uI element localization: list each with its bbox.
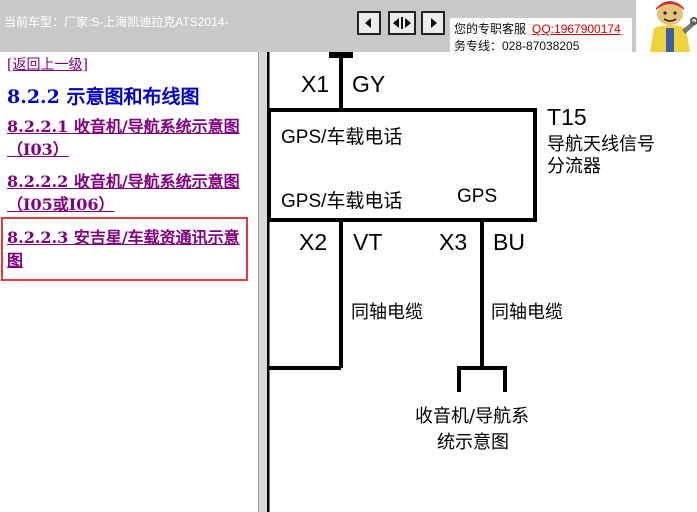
support-label: 您的专职客服 [454,22,527,36]
top-bar: 当前车型：厂家:S-上海凯迪拉克ATS2014- 您的专职客服 QQ:196790… [0,0,697,53]
connector-x2-label: X2 [299,229,328,255]
toc-pane: [返回上一级] 8.2.2 示意图和布线图 8.2.2.1 收音机/导航系统示意… [0,52,258,512]
prev-page-button[interactable] [357,11,381,35]
arrow-right-icon [431,18,437,28]
pane-splitter[interactable] [258,52,267,512]
box-label-gps: GPS [457,186,498,207]
connector-x3-label: X3 [439,229,468,255]
toc-item-label[interactable]: 8.2.2.1 收音机/导航系统示意图（I03） [7,117,240,159]
toc-item-8-2-2-2[interactable]: 8.2.2.2 收音机/导航系统示意图（I05或I06） [7,170,245,216]
radio-nav-target-line1[interactable]: 收音机/导航系 [415,402,529,428]
radio-nav-target-line2[interactable]: 统示意图 [437,428,509,454]
toc-item-8-2-2-1[interactable]: 8.2.2.1 收音机/导航系统示意图（I03） [7,115,245,161]
arrows-expand-icon [393,17,411,29]
wire-color-gy: GY [352,71,386,97]
back-link[interactable]: [返回上一级] [7,54,88,74]
radio-connector [457,366,507,392]
current-car-model: 当前车型：厂家:S-上海凯迪拉克ATS2014- [4,15,229,29]
wiring-diagram: X1 GY T15 导航天线信号 分流器 GPS/车载电话 GPS/车载电话 G… [267,52,697,512]
arrow-left-icon [365,18,371,28]
toc-item-8-2-2-3[interactable]: 8.2.2.3 安吉星/车载资通讯示意图 [7,226,245,272]
box-label-gps-phone-1: GPS/车载电话 [281,127,403,148]
wire-color-vt: VT [353,229,383,255]
component-t15-desc-line2: 分流器 [547,156,601,177]
toc-item-label[interactable]: 8.2.2.3 安吉星/车载资通讯示意图 [7,228,240,270]
wire-x1-top [329,52,353,58]
qq-link[interactable]: QQ:1967900174 [532,22,621,36]
connector-x1-label: X1 [301,71,330,97]
next-page-button[interactable] [421,11,445,35]
expand-view-button[interactable] [388,11,416,35]
wire-color-bu: BU [493,229,525,255]
component-t15-label: T15 [547,104,587,130]
mechanic-mascot-icon [636,0,697,52]
box-label-gps-phone-2: GPS/车载电话 [281,191,403,212]
coax-cable-label-left: 同轴电缆 [351,302,423,323]
coax-cable-label-right: 同轴电缆 [491,302,563,323]
section-title: 8.2.2 示意图和布线图 [7,86,200,108]
toc-item-label[interactable]: 8.2.2.2 收音机/导航系统示意图（I05或I06） [7,172,240,214]
customer-service-panel: 您的专职客服 QQ:1967900174 务专线：028-87038205 [450,18,632,53]
